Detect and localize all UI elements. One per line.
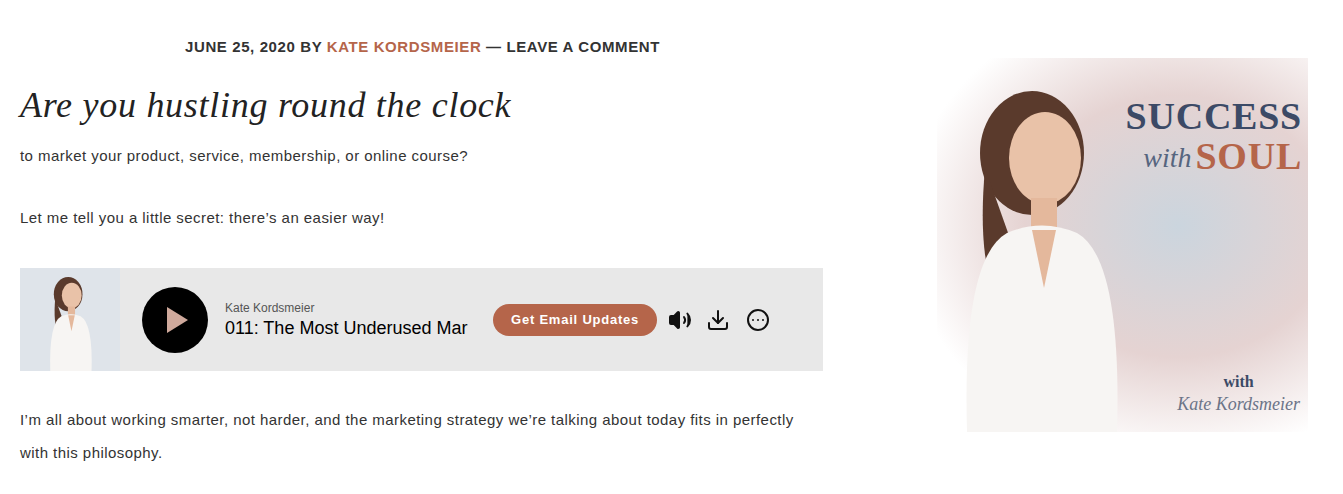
comment-link[interactable]: LEAVE A COMMENT (507, 38, 660, 55)
volume-button[interactable] (667, 307, 693, 333)
post-date: JUNE 25, 2020 (185, 38, 295, 55)
script-heading: Are you hustling round the clock (20, 83, 825, 127)
meta-separator: — (486, 38, 502, 55)
play-icon (165, 306, 189, 334)
post-column: JUNE 25, 2020 BY KATE KORDSMEIER — LEAVE… (20, 0, 825, 494)
cover-title: SUCCESS withSOUL (1126, 96, 1302, 176)
download-button[interactable] (705, 307, 731, 333)
cover-title-bottom: SOUL (1195, 136, 1302, 176)
cover-byline: withKate Kordsmeier (1177, 372, 1300, 416)
host-photo (42, 268, 97, 371)
more-icon (746, 308, 770, 332)
podcast-player: Kate Kordsmeier011: The Most Underused M… (20, 268, 823, 371)
play-button[interactable] (142, 287, 208, 353)
episode-artist: Kate Kordsmeier (225, 300, 487, 316)
volume-icon (668, 308, 692, 332)
author-link[interactable]: KATE KORDSMEIER (327, 38, 482, 55)
cover-byline-name: Kate Kordsmeier (1177, 392, 1300, 416)
episode-title: 011: The Most Underused Mar (225, 316, 487, 340)
email-updates-button[interactable]: Get Email Updates (493, 304, 657, 336)
sidebar: SUCCESSwithSOULwithKate Kordsmeier (937, 0, 1308, 494)
episode-thumbnail (20, 268, 120, 371)
post-by: BY (300, 38, 322, 55)
more-button[interactable] (745, 307, 771, 333)
body-paragraph: I’m all about working smarter, not harde… (20, 403, 810, 469)
blog-post-page: JUNE 25, 2020 BY KATE KORDSMEIER — LEAVE… (0, 0, 1343, 494)
intro-paragraph: to market your product, service, members… (20, 145, 825, 167)
podcast-cover: SUCCESSwithSOULwithKate Kordsmeier (937, 58, 1308, 432)
cover-byline-with: with (1223, 372, 1253, 392)
post-meta: JUNE 25, 2020 BY KATE KORDSMEIER — LEAVE… (20, 37, 825, 57)
episode-info: Kate Kordsmeier011: The Most Underused M… (225, 300, 487, 340)
download-icon (706, 308, 730, 332)
host-photo (937, 58, 1137, 432)
intro-paragraph: Let me tell you a little secret: there’s… (20, 207, 825, 229)
cover-title-top: SUCCESS (1126, 96, 1302, 136)
cover-title-with: with (1143, 140, 1191, 176)
